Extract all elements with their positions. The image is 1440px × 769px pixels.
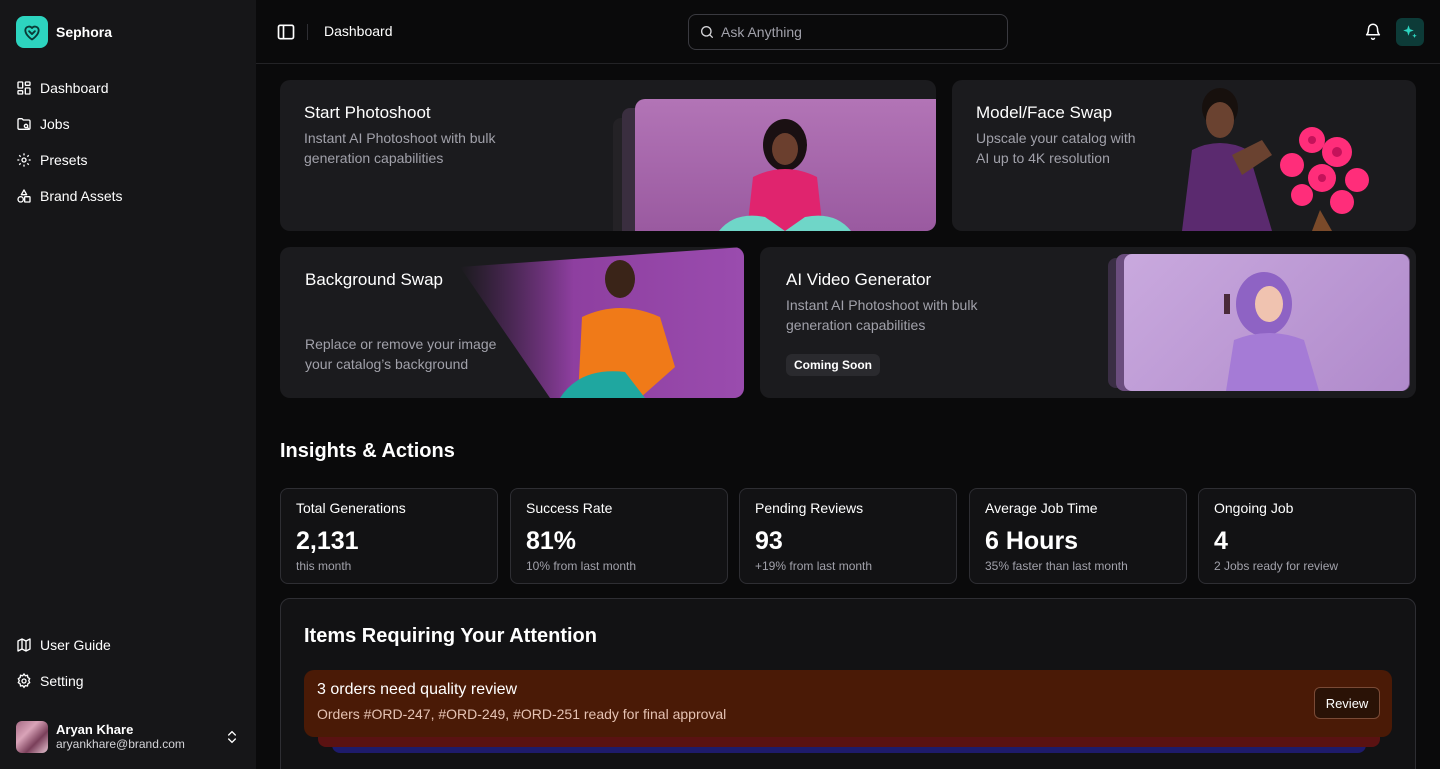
attention-title: Items Requiring Your Attention xyxy=(304,625,597,647)
alert-description: Orders #ORD-247, #ORD-249, #ORD-251 read… xyxy=(317,706,727,722)
search-box[interactable] xyxy=(688,14,1008,50)
user-email: aryankhare@brand.com xyxy=(56,737,185,751)
feature-card-model-face-swap[interactable]: Model/Face Swap Upscale your catalog wit… xyxy=(952,80,1416,231)
stat-label: Ongoing Job xyxy=(1214,500,1294,516)
alert-title: 3 orders need quality review xyxy=(317,681,518,698)
sidebar-item-label: Jobs xyxy=(40,116,70,132)
coming-soon-badge: Coming Soon xyxy=(786,354,880,376)
sidebar-item-label: Presets xyxy=(40,152,88,168)
breadcrumb: Dashboard xyxy=(324,23,393,39)
stat-value: 4 xyxy=(1214,527,1228,555)
divider xyxy=(307,24,308,40)
user-name: Aryan Khare xyxy=(56,722,134,737)
sidebar-item-user-guide[interactable]: User Guide xyxy=(8,627,248,663)
stat-card-total-generations: Total Generations 2,131 this month xyxy=(280,488,498,584)
search-input[interactable] xyxy=(721,24,991,40)
stat-subtext: 35% faster than last month xyxy=(985,559,1128,573)
sidebar-bottom-nav: User Guide Setting xyxy=(8,627,248,699)
folder-icon xyxy=(17,118,31,130)
card-description: generation capabilities xyxy=(786,317,926,333)
quality-review-alert: 3 orders need quality review Orders #ORD… xyxy=(304,670,1392,737)
stat-card-average-job-time: Average Job Time 6 Hours 35% faster than… xyxy=(969,488,1187,584)
sidebar-item-label: User Guide xyxy=(40,637,111,653)
sidebar-item-label: Dashboard xyxy=(40,80,109,96)
top-bar: Dashboard xyxy=(256,0,1440,64)
sparkle-icon xyxy=(1403,25,1417,38)
review-button[interactable]: Review xyxy=(1314,687,1380,719)
feature-card-ai-video-generator[interactable]: AI Video Generator Instant AI Photoshoot… xyxy=(760,247,1416,398)
stat-value: 93 xyxy=(755,527,783,555)
ai-assistant-button[interactable] xyxy=(1396,18,1424,46)
dashboard-icon xyxy=(17,81,31,95)
stat-subtext: 2 Jobs ready for review xyxy=(1214,559,1339,573)
stat-value: 6 Hours xyxy=(985,527,1079,555)
gear-icon xyxy=(17,153,31,167)
shapes-icon xyxy=(17,189,31,203)
card-description: Instant AI Photoshoot with bulk xyxy=(304,130,496,146)
sidebar-item-jobs[interactable]: Jobs xyxy=(8,106,248,142)
sidebar: Sephora Dashboard Jobs Presets Brand Ass… xyxy=(0,0,256,769)
card-title: Start Photoshoot xyxy=(304,103,431,122)
card-description: Instant AI Photoshoot with bulk xyxy=(786,297,978,313)
card-title: Model/Face Swap xyxy=(976,103,1113,122)
notifications-button[interactable] xyxy=(1364,22,1382,45)
model-photo xyxy=(1162,80,1416,231)
bell-icon xyxy=(1365,23,1381,40)
sidebar-item-label: Brand Assets xyxy=(40,188,123,204)
sidebar-nav: Dashboard Jobs Presets Brand Assets xyxy=(8,70,248,214)
chevron-up-down-icon xyxy=(228,730,236,744)
stat-subtext: 10% from last month xyxy=(526,559,637,573)
feature-card-background-swap[interactable]: Background Swap Replace or remove your i… xyxy=(280,247,744,398)
sidebar-item-dashboard[interactable]: Dashboard xyxy=(8,70,248,106)
stat-label: Average Job Time xyxy=(985,500,1098,516)
card-description: AI up to 4K resolution xyxy=(976,150,1110,166)
map-icon xyxy=(17,638,31,652)
sidebar-item-brand-assets[interactable]: Brand Assets xyxy=(8,178,248,214)
model-photo xyxy=(1124,254,1409,391)
stat-label: Total Generations xyxy=(296,500,406,516)
stat-label: Success Rate xyxy=(526,500,613,516)
stat-subtext: +19% from last month xyxy=(755,559,873,573)
sidebar-toggle-button[interactable] xyxy=(276,22,296,42)
search-icon xyxy=(701,26,713,38)
stat-card-success-rate: Success Rate 81% 10% from last month xyxy=(510,488,728,584)
stat-value: 81% xyxy=(526,527,577,555)
card-description: your catalog’s background xyxy=(305,356,469,372)
brand-name: Sephora xyxy=(56,24,113,40)
sidebar-item-presets[interactable]: Presets xyxy=(8,142,248,178)
model-photo xyxy=(635,99,936,231)
stat-card-pending-reviews: Pending Reviews 93 +19% from last month xyxy=(739,488,957,584)
settings-icon xyxy=(17,673,31,689)
stat-label: Pending Reviews xyxy=(755,500,864,516)
insights-title: Insights & Actions xyxy=(280,440,455,462)
stat-subtext: this month xyxy=(296,559,352,573)
feature-card-start-photoshoot[interactable]: Start Photoshoot Instant AI Photoshoot w… xyxy=(280,80,936,231)
card-description: Upscale your catalog with xyxy=(976,130,1136,146)
attention-panel: Items Requiring Your Attention 3 orders … xyxy=(280,598,1416,769)
card-description: generation capabilities xyxy=(304,150,444,166)
avatar xyxy=(16,721,48,753)
user-menu[interactable]: Aryan Khare aryankhare@brand.com xyxy=(16,720,240,754)
panel-left-icon xyxy=(277,24,295,40)
card-title: Background Swap xyxy=(305,270,443,289)
stat-value: 2,131 xyxy=(296,527,359,555)
sidebar-item-label: Setting xyxy=(40,673,84,689)
stat-card-ongoing-job: Ongoing Job 4 2 Jobs ready for review xyxy=(1198,488,1416,584)
brand[interactable]: Sephora xyxy=(16,16,112,48)
model-photo xyxy=(460,247,744,398)
sidebar-item-setting[interactable]: Setting xyxy=(8,663,248,699)
brand-logo-icon xyxy=(16,16,48,48)
card-title: AI Video Generator xyxy=(786,270,932,289)
